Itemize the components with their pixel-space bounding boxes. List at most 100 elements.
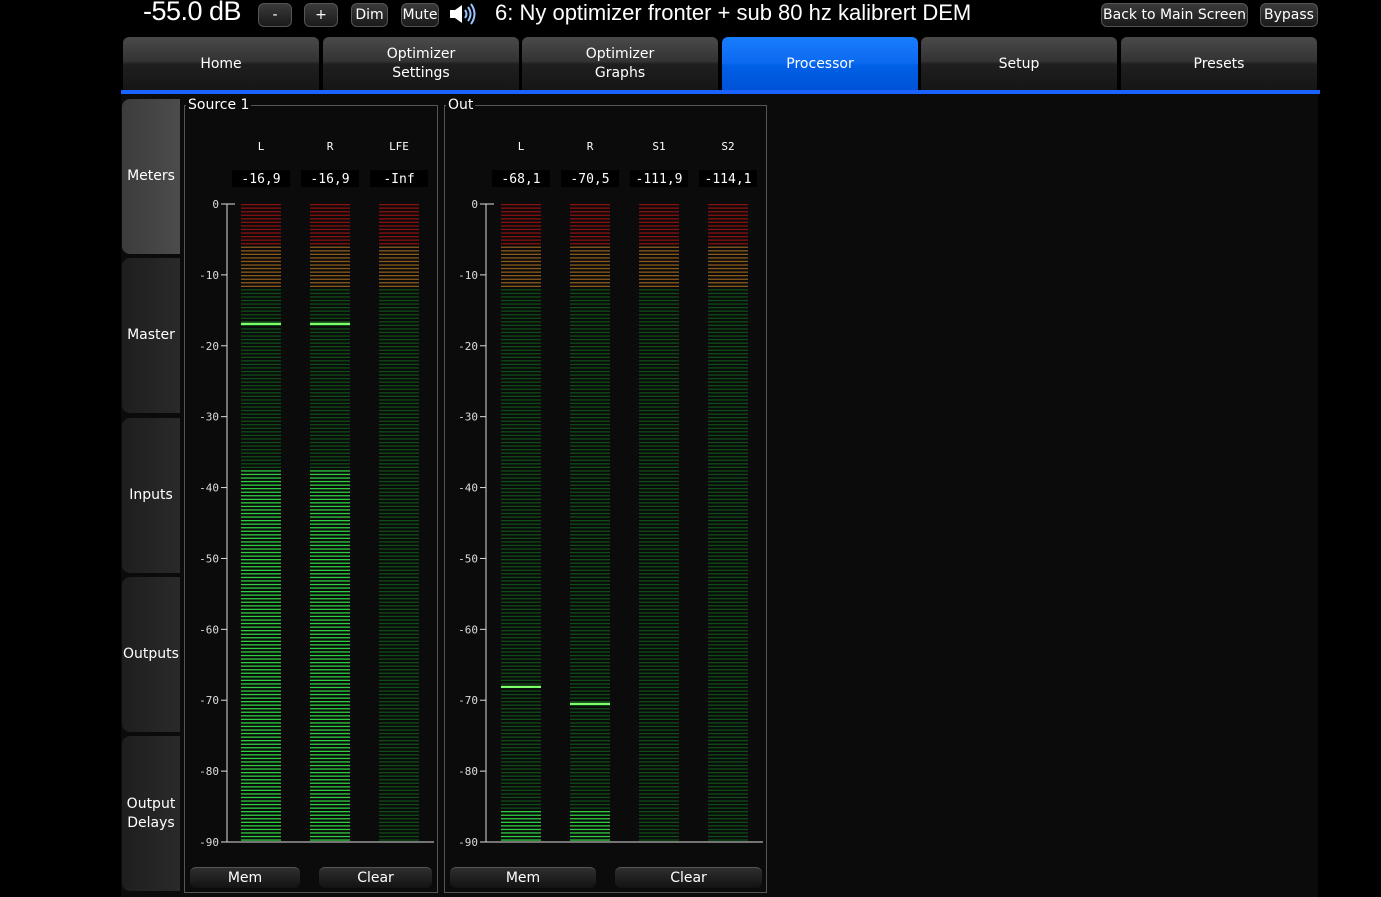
meter-segment (501, 764, 541, 767)
meter-segment (501, 576, 541, 579)
meter-segment (310, 541, 350, 543)
tab-presets[interactable]: Presets (1121, 37, 1317, 91)
meter-segment (379, 445, 419, 447)
meter-segment (310, 459, 350, 461)
meter-segment (379, 566, 419, 568)
meter-segment (241, 541, 281, 543)
meter-segment (379, 615, 419, 618)
bypass-button[interactable]: Bypass (1260, 3, 1318, 27)
source-mem-button[interactable]: Mem (190, 867, 300, 888)
sidebar-item-meters[interactable]: Meters (122, 99, 180, 254)
meter-segment (570, 800, 610, 802)
out-clear-button[interactable]: Clear (615, 867, 762, 888)
meter-segment (570, 630, 610, 632)
meter-segment (501, 587, 541, 589)
volume-down-button[interactable]: - (258, 3, 292, 27)
meter-segment (310, 679, 350, 681)
meter-segment (708, 718, 748, 720)
meter-segment (379, 789, 419, 791)
sidebar-item-inputs[interactable]: Inputs (122, 418, 180, 573)
meter-segment (708, 282, 748, 284)
meter-segment (310, 612, 350, 614)
meter-segment (501, 353, 541, 355)
meter-segment (501, 608, 541, 610)
meter-segment (241, 793, 281, 795)
sidebar-item-output-delays[interactable]: Output Delays (122, 736, 180, 891)
speaker-icon[interactable] (449, 3, 477, 25)
meter-segment (501, 331, 541, 334)
meter-segment (570, 559, 610, 561)
meter-segment (241, 757, 281, 760)
meter-segment (310, 583, 350, 586)
sidebar-item-outputs[interactable]: Outputs (122, 577, 180, 732)
meter-segment (501, 399, 541, 401)
meter-segment (241, 257, 281, 259)
meter-segment (501, 303, 541, 305)
meter-segment (310, 363, 350, 366)
meter-segment (708, 456, 748, 458)
mute-button[interactable]: Mute (401, 3, 439, 27)
tab-setup[interactable]: Setup (921, 37, 1117, 91)
meter-segment (379, 686, 419, 689)
meter-segment (501, 800, 541, 802)
meter-segment (379, 537, 419, 539)
meter-segment (639, 353, 679, 355)
meter-segment (570, 654, 610, 657)
tab-processor[interactable]: Processor (722, 37, 918, 91)
meter-segment (639, 278, 679, 280)
meter-segment (570, 395, 610, 397)
meter-segment (241, 307, 281, 309)
meter-segment (310, 495, 350, 497)
meter-segment (501, 736, 541, 738)
meter-segment (501, 633, 541, 635)
meter-segment (708, 537, 748, 539)
meter-segment (501, 676, 541, 678)
meter-segment (501, 835, 541, 838)
tab-optimizer-settings[interactable]: Optimizer Settings (323, 37, 519, 91)
meter-segment (708, 342, 748, 344)
meter-segment (639, 480, 679, 483)
meter-segment (379, 782, 419, 784)
meter-segment (379, 477, 419, 479)
meter-segment (501, 704, 541, 706)
meter-segment (241, 395, 281, 397)
meter-segment (379, 711, 419, 713)
meter-segment (639, 402, 679, 405)
meter-segment (379, 743, 419, 745)
meter-segment (310, 250, 350, 252)
meter-segment (708, 214, 748, 216)
meter-segment (310, 807, 350, 809)
channel-readout: -16,9 (310, 172, 349, 187)
meter-segment (241, 466, 281, 468)
meter-segment (639, 292, 679, 295)
dim-button[interactable]: Dim (351, 3, 388, 27)
meter-segment (570, 779, 610, 781)
meter-segment (241, 818, 281, 820)
meter-segment (570, 551, 610, 554)
tab-optimizer-graphs[interactable]: Optimizer Graphs (522, 37, 718, 91)
meter-segment (241, 502, 281, 504)
meter-segment (241, 768, 281, 770)
meter-segment (310, 729, 350, 731)
meter-segment (501, 406, 541, 408)
source-clear-button[interactable]: Clear (319, 867, 432, 888)
meter-segment (501, 438, 541, 440)
meter-segment (379, 434, 419, 437)
meter-segment (501, 310, 541, 312)
scale-label: -90 (199, 836, 219, 849)
back-to-main-button[interactable]: Back to Main Screen (1101, 3, 1248, 27)
out-mem-button[interactable]: Mem (450, 867, 596, 888)
scale-label: -20 (458, 340, 478, 353)
meter-segment (708, 246, 748, 248)
meter-segment (570, 427, 610, 429)
meter-segment (501, 328, 541, 330)
sidebar-item-master[interactable]: Master (122, 258, 180, 413)
volume-up-button[interactable]: + (304, 3, 338, 27)
meter-segment (708, 211, 748, 213)
meter-segment (501, 466, 541, 468)
meter-segment (379, 544, 419, 547)
meter-segment (639, 772, 679, 774)
meter-segment (501, 495, 541, 497)
tab-home[interactable]: Home (123, 37, 319, 91)
meter-segment (570, 548, 610, 550)
